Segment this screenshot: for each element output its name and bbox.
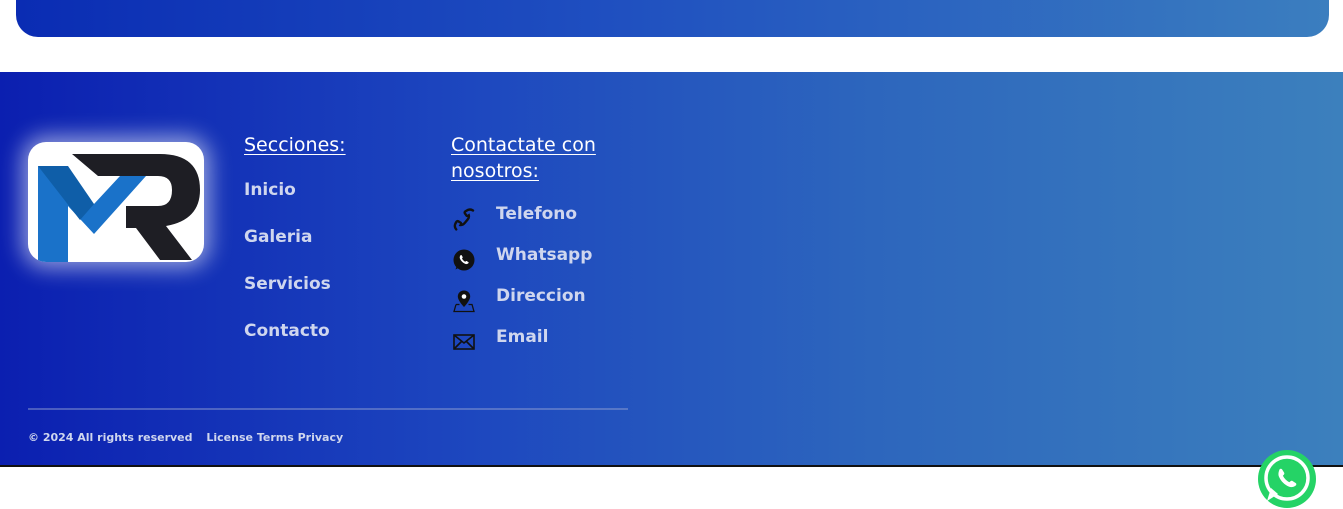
contact-title: Contactate con nosotros: [451,134,596,182]
license-link[interactable]: License [206,431,253,444]
whatsapp-icon [1258,450,1316,508]
list-item: Whatsapp [451,245,651,286]
mr-logo-icon [38,154,200,262]
whatsapp-icon [451,247,477,273]
whatsapp-float-button[interactable] [1257,449,1317,509]
site-footer: Secciones: Inicio Galeria Servicios Cont… [0,72,1343,508]
sections-title: Secciones: [244,134,346,156]
list-item: Direccion [451,286,651,327]
envelope-icon [451,329,477,355]
company-logo[interactable] [28,142,204,262]
contact-link-telefono[interactable]: Telefono [496,204,577,224]
terms-link[interactable]: Terms [257,431,294,444]
list-item: Email [451,327,651,368]
copyright-text: © 2024 All rights reserved [28,431,193,444]
contact-link-direccion[interactable]: Direccion [496,286,586,306]
list-item: Telefono [451,204,651,245]
sections-column: Secciones: Inicio Galeria Servicios Cont… [244,132,424,368]
list-item: Contacto [244,321,424,368]
contact-link-whatsapp[interactable]: Whatsapp [496,245,592,265]
nav-link-servicios[interactable]: Servicios [244,274,331,294]
footer-bottom-bar: © 2024 All rights reserved License Terms… [28,431,343,444]
privacy-link[interactable]: Privacy [298,431,344,444]
nav-link-inicio[interactable]: Inicio [244,180,296,200]
sections-list: Inicio Galeria Servicios Contacto [244,180,424,368]
contact-list: Telefono Whatsapp Direccion Email [451,204,651,368]
contact-column: Contactate con nosotros: Telefono Whatsa… [451,132,651,368]
contact-link-email[interactable]: Email [496,327,548,347]
top-banner [16,0,1329,37]
footer-divider [28,408,628,410]
list-item: Inicio [244,180,424,227]
legal-links: License Terms Privacy [206,431,343,444]
phone-icon [451,206,477,232]
list-item: Galeria [244,227,424,274]
map-pin-icon [451,288,477,314]
nav-link-contacto[interactable]: Contacto [244,321,330,341]
list-item: Servicios [244,274,424,321]
nav-link-galeria[interactable]: Galeria [244,227,312,247]
